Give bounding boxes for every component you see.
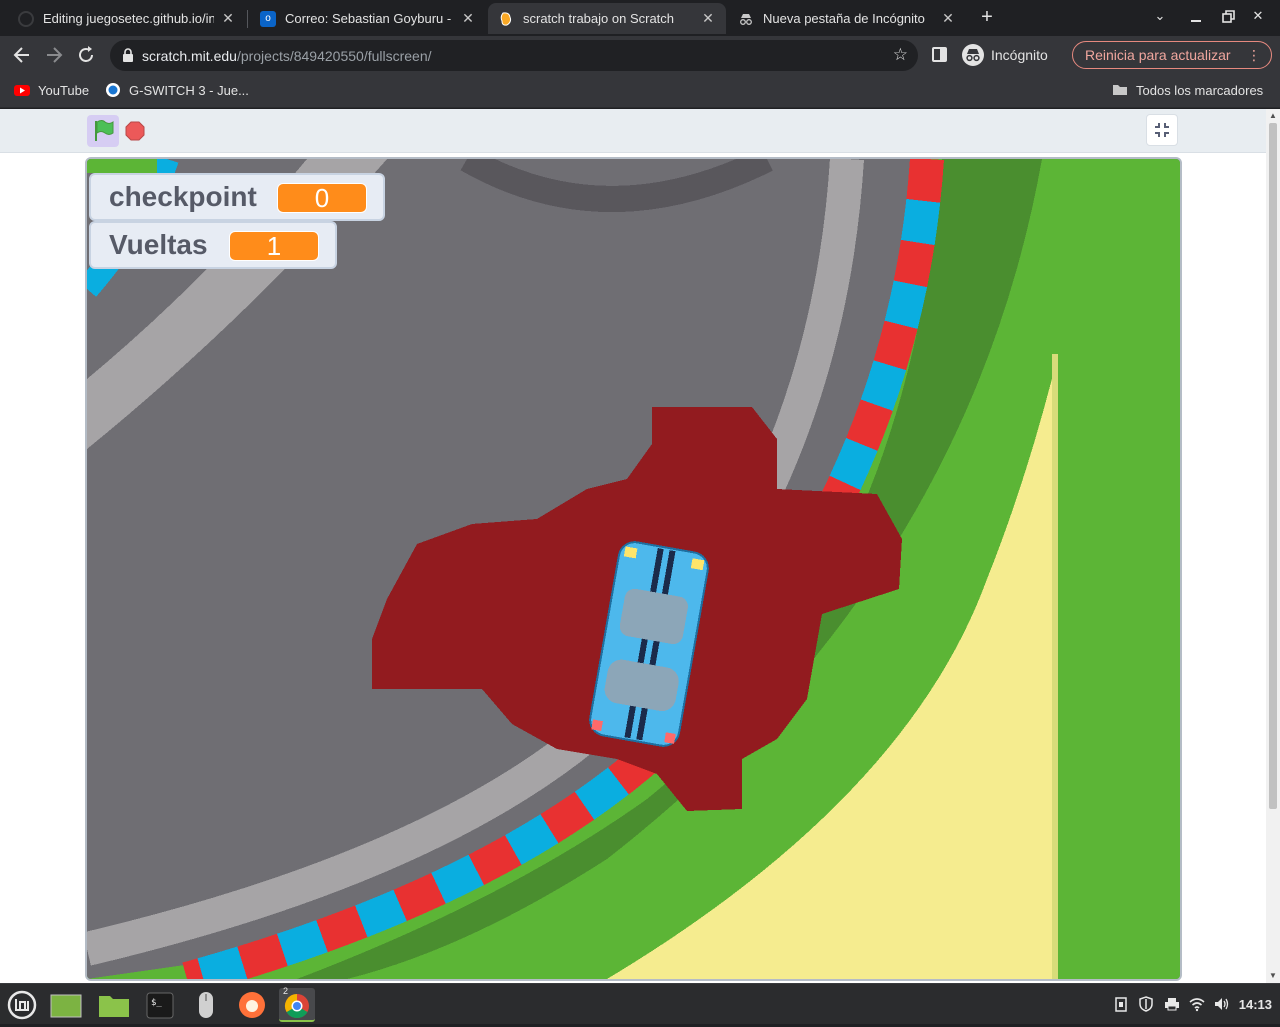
tab-title: Nueva pestaña de Incógnito (763, 11, 925, 26)
forward-button[interactable] (42, 43, 66, 67)
bookmark-gswitch[interactable]: G-SWITCH 3 - Jue... (105, 82, 249, 98)
exit-fullscreen-button[interactable] (1146, 114, 1178, 146)
mouse-settings-button[interactable] (188, 988, 224, 1022)
scratch-icon (498, 11, 514, 27)
update-button[interactable]: Reinicia para actualizar ⋮ (1072, 41, 1272, 69)
stop-button[interactable] (125, 121, 145, 141)
tab-incognito[interactable]: Nueva pestaña de Incógnito ✕ (728, 3, 966, 34)
outlook-icon: o (260, 10, 276, 27)
monitor-value: 1 (229, 231, 319, 261)
incognito-label[interactable]: Incógnito (991, 47, 1048, 63)
minimize-button[interactable] (1186, 8, 1206, 26)
unfullscreen-icon (1155, 123, 1169, 137)
gswitch-icon (105, 82, 121, 98)
scratch-fullscreen-page: checkpoint 0 Vueltas 1 (0, 109, 1266, 983)
terminal-button[interactable]: $_ (142, 988, 178, 1022)
tab-strip: Editing juegosetec.github.io/in ✕ o Corr… (0, 0, 1280, 36)
mouse-icon (199, 992, 213, 1018)
project-stage[interactable]: checkpoint 0 Vueltas 1 (85, 157, 1182, 981)
monitor-value: 0 (277, 183, 367, 213)
tab-title: Editing juegosetec.github.io/in (43, 11, 214, 26)
back-button[interactable] (10, 43, 34, 67)
url-path: /projects/849420550/fullscreen/ (236, 48, 432, 64)
close-icon[interactable]: ✕ (940, 10, 956, 27)
bookmark-youtube[interactable]: YouTube (14, 82, 89, 98)
tab-outlook[interactable]: o Correo: Sebastian Goyburu - O ✕ (250, 3, 486, 34)
show-desktop-button[interactable] (48, 988, 84, 1022)
tab-search-chevron-down-icon[interactable]: ⌄ (1150, 8, 1170, 26)
close-icon[interactable]: ✕ (700, 10, 716, 27)
mint-menu-button[interactable] (4, 988, 40, 1022)
bookmarks-bar: YouTube G-SWITCH 3 - Jue... Todos los ma… (0, 74, 1280, 108)
new-tab-button[interactable]: + (976, 6, 998, 28)
firefox-icon (239, 992, 265, 1018)
bookmark-label: YouTube (38, 82, 90, 98)
bookmark-label: G-SWITCH 3 - Jue... (129, 82, 249, 98)
url-text[interactable]: scratch.mit.edu/projects/849420550/fulls… (142, 48, 432, 64)
more-menu-icon[interactable]: ⋮ (1247, 42, 1261, 68)
incognito-icon (738, 11, 754, 27)
race-track-scene (87, 159, 1180, 979)
tab-github[interactable]: Editing juegosetec.github.io/in ✕ (8, 3, 246, 34)
browser-toolbar: scratch.mit.edu/projects/849420550/fulls… (0, 36, 1280, 74)
url-host: scratch.mit.edu (142, 48, 237, 64)
green-flag-icon (95, 120, 114, 141)
folder-icon (1112, 82, 1128, 98)
files-button[interactable] (96, 988, 132, 1022)
bookmark-star-icon[interactable]: ☆ (893, 45, 908, 65)
clipboard-icon[interactable] (1113, 996, 1129, 1012)
all-bookmarks-label: Todos los marcadores (1136, 82, 1264, 98)
sand-stripe (1052, 354, 1058, 979)
linux-mint-icon (7, 990, 37, 1020)
restore-button[interactable] (1218, 8, 1238, 26)
printer-icon[interactable] (1164, 996, 1180, 1012)
top-left-grass (87, 159, 157, 173)
firefox-button[interactable] (234, 988, 270, 1022)
github-icon (18, 10, 34, 27)
shield-icon[interactable] (1138, 996, 1154, 1012)
close-icon[interactable]: ✕ (460, 10, 476, 27)
scroll-down-arrow-icon[interactable]: ▼ (1269, 971, 1277, 980)
clock[interactable]: 14:13 (1239, 997, 1272, 1012)
player-controls-bar (0, 109, 1266, 153)
monitor-label: Vueltas (109, 229, 208, 260)
tab-separator (247, 10, 248, 28)
terminal-icon: $_ (146, 992, 174, 1019)
svg-text:$_: $_ (151, 998, 162, 1008)
page-scrollbar[interactable]: ▲ ▼ (1266, 109, 1280, 983)
incognito-icon[interactable] (962, 44, 984, 66)
monitor-label: checkpoint (109, 181, 257, 212)
reload-button[interactable] (74, 43, 98, 67)
green-flag-button[interactable] (87, 115, 119, 147)
close-window-button[interactable]: ✕ (1248, 8, 1268, 26)
variable-monitor-vueltas[interactable]: Vueltas 1 (89, 221, 337, 269)
tab-scratch[interactable]: scratch trabajo on Scratch ✕ (488, 3, 726, 34)
volume-icon[interactable] (1214, 996, 1230, 1012)
variable-monitor-checkpoint[interactable]: checkpoint 0 (89, 173, 385, 221)
tab-title: scratch trabajo on Scratch (523, 11, 675, 26)
wifi-icon[interactable] (1189, 996, 1205, 1012)
scroll-thumb[interactable] (1269, 123, 1277, 809)
youtube-icon (14, 82, 30, 98)
desktop-icon (50, 994, 82, 1018)
chrome-button[interactable]: 2 (279, 986, 315, 1022)
scroll-up-arrow-icon[interactable]: ▲ (1269, 111, 1277, 120)
window-count-badge: 2 (283, 986, 289, 996)
all-bookmarks[interactable]: Todos los marcadores (1112, 82, 1263, 98)
system-taskbar: $_ 2 14:13 (0, 983, 1280, 1024)
side-panel-icon[interactable] (932, 47, 947, 62)
stop-sign-icon (125, 121, 145, 141)
folder-icon (99, 996, 129, 1017)
update-label: Reinicia para actualizar (1085, 47, 1231, 63)
close-icon[interactable]: ✕ (220, 10, 236, 27)
address-bar[interactable]: scratch.mit.edu/projects/849420550/fulls… (110, 40, 918, 71)
site-info-icon[interactable] (122, 48, 134, 62)
tab-title: Correo: Sebastian Goyburu - O (285, 11, 454, 26)
